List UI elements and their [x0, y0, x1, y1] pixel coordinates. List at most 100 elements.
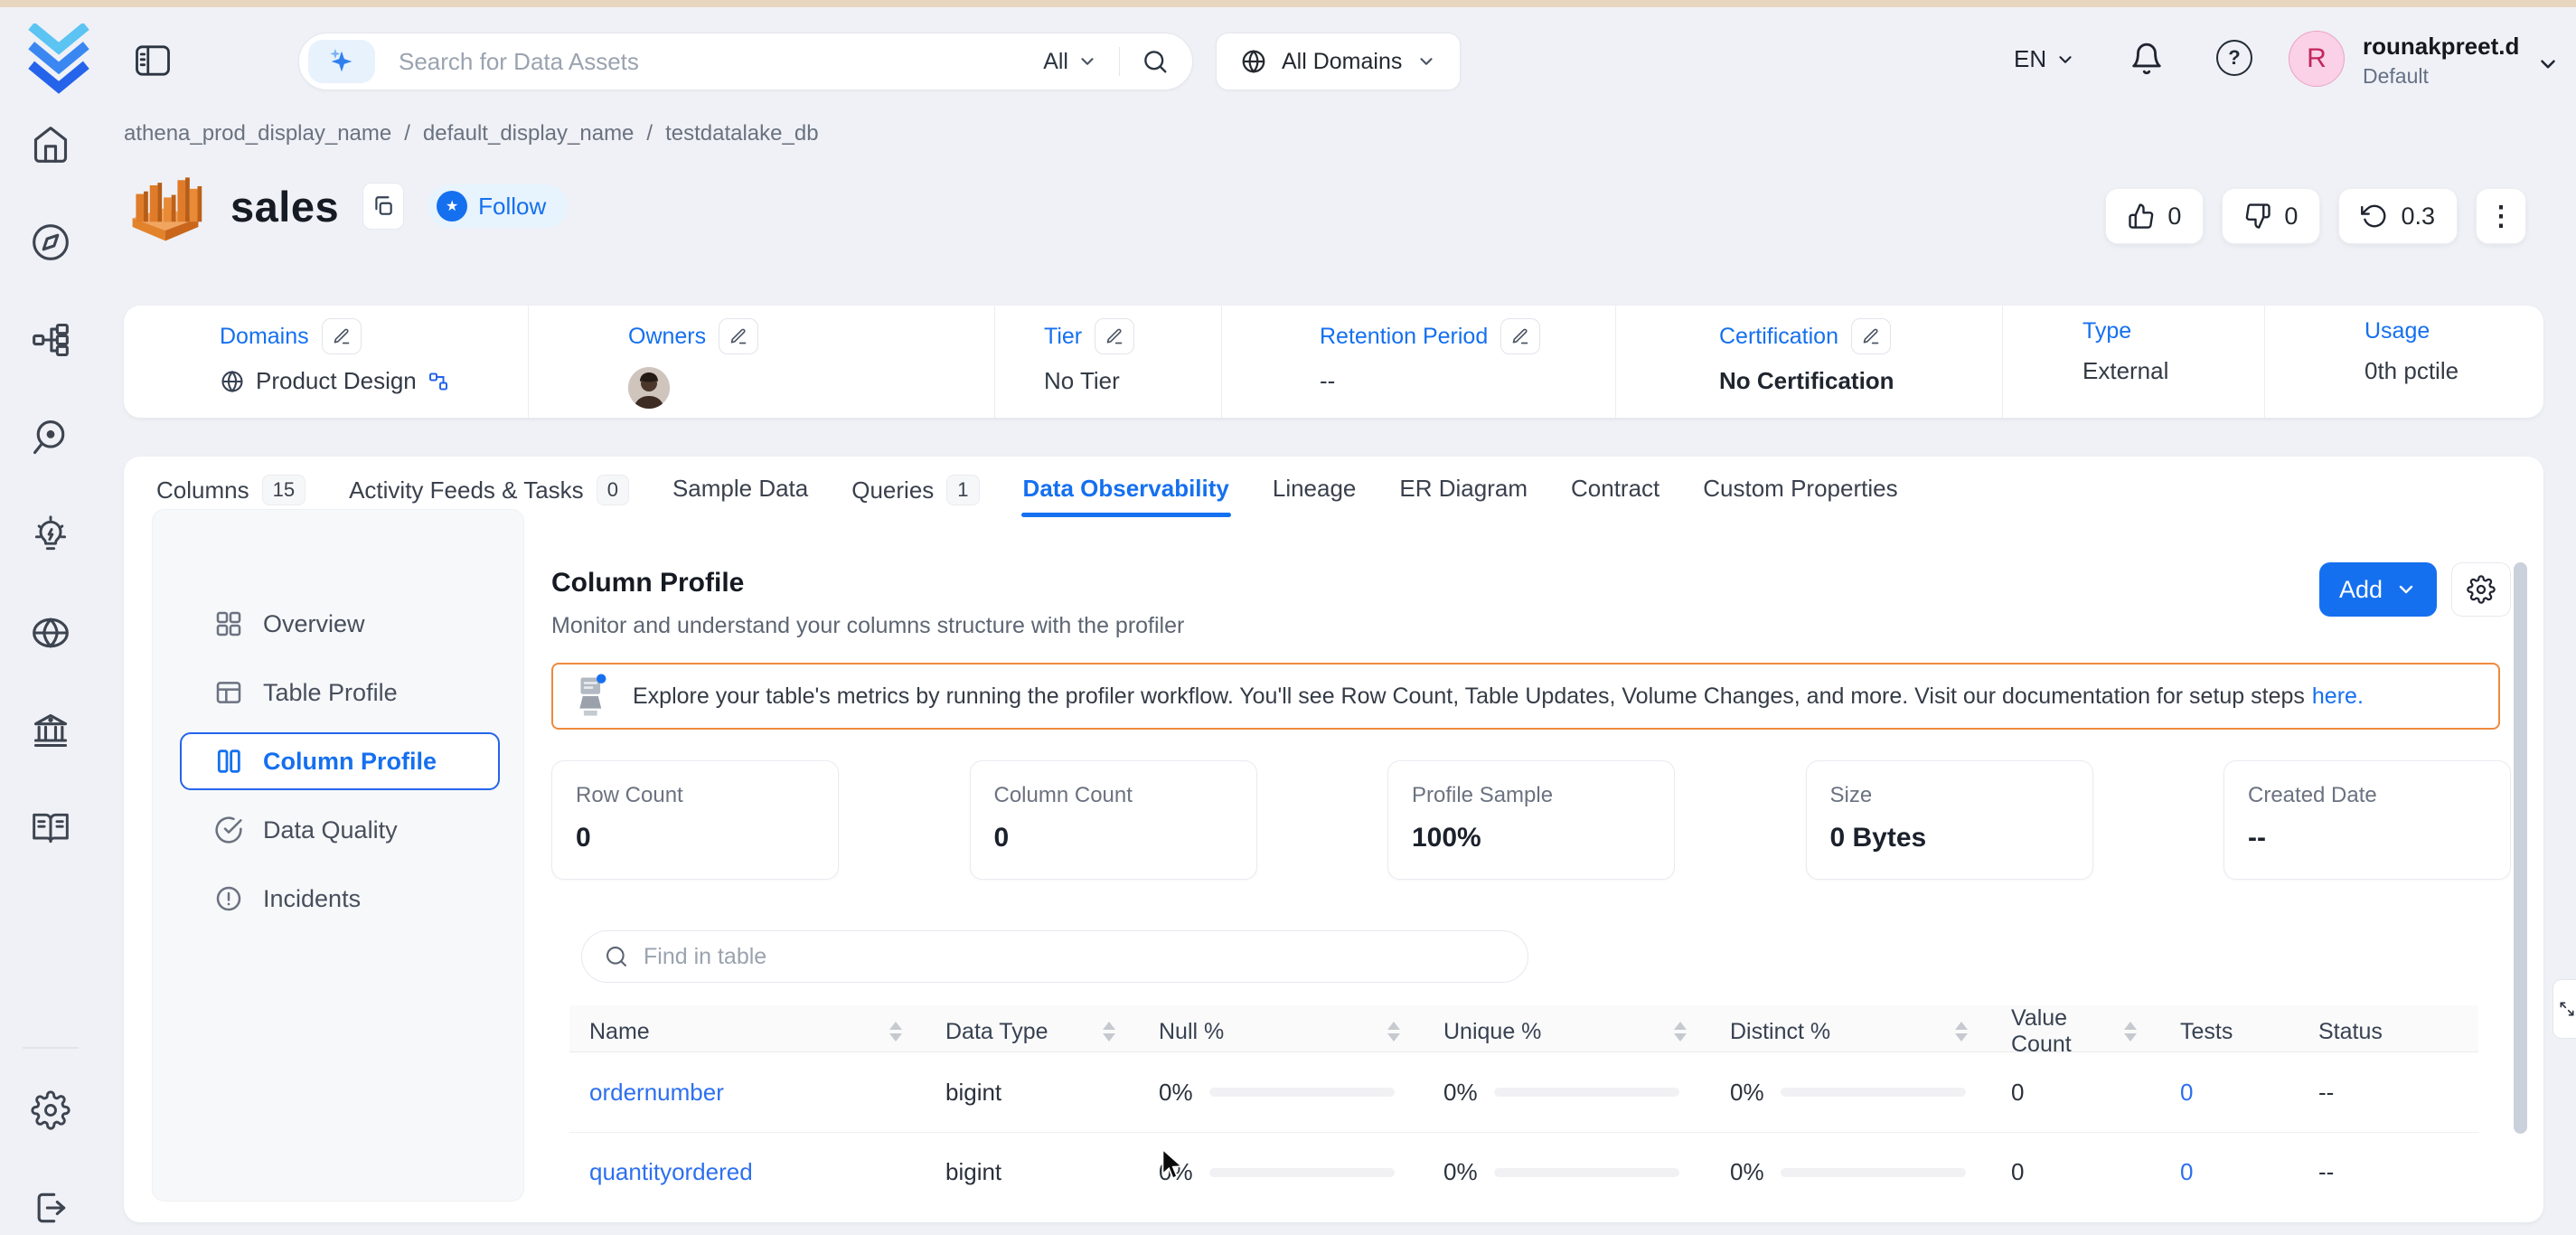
left-rail-divider	[23, 1047, 79, 1049]
domain-link-icon[interactable]	[428, 371, 449, 392]
sort-icon[interactable]	[1387, 1022, 1400, 1042]
stat-label: Column Count	[993, 783, 1133, 807]
add-button[interactable]: Add	[2319, 562, 2437, 617]
gear-icon	[2467, 575, 2496, 604]
breadcrumb-item[interactable]: testdatalake_db	[665, 121, 818, 146]
help-icon[interactable]: ?	[2216, 40, 2252, 76]
banner-docs-link[interactable]: here.	[2312, 683, 2364, 709]
domains-globe-icon[interactable]	[29, 611, 72, 655]
edit-retention-button[interactable]	[1500, 318, 1541, 354]
explore-compass-icon[interactable]	[29, 221, 72, 264]
tab-badge: 1	[946, 475, 980, 505]
user-menu-chevron-icon[interactable]	[2536, 52, 2560, 76]
col-header-data-type[interactable]: Data Type	[926, 1019, 1139, 1045]
edit-domains-button[interactable]	[321, 318, 362, 354]
sort-icon[interactable]	[2124, 1022, 2137, 1042]
profiler-nav-column-profile[interactable]: Column Profile	[180, 732, 500, 790]
follow-button[interactable]: ★ Follow	[428, 184, 569, 228]
tests-cell: 0	[2160, 1079, 2299, 1107]
column-name-link[interactable]: ordernumber	[589, 1079, 724, 1107]
unique-pct-cell: 0%	[1424, 1079, 1710, 1107]
upvote-button[interactable]: 0	[2105, 188, 2205, 244]
panel-scrollbar[interactable]	[2514, 562, 2527, 1134]
copy-name-button[interactable]	[362, 183, 405, 230]
usage-value: 0th pctile	[2364, 357, 2459, 384]
breadcrumb-item[interactable]: default_display_name	[423, 121, 635, 146]
profiler-settings-button[interactable]	[2451, 562, 2511, 617]
null-pct-cell: 0%	[1139, 1158, 1424, 1186]
sort-icon[interactable]	[889, 1022, 902, 1042]
lineage-flow-icon[interactable]	[29, 318, 72, 362]
overview-grid-icon	[214, 609, 243, 638]
insights-bulb-icon[interactable]	[29, 514, 72, 557]
all-domains-button[interactable]: All Domains	[1216, 33, 1462, 90]
meta-owners: Owners	[528, 306, 994, 418]
notifications-bell-icon[interactable]	[2129, 42, 2164, 76]
column-name-link[interactable]: quantityordered	[589, 1158, 753, 1186]
table-row: ordernumber bigint 0% 0% 0% 0 0 --	[569, 1052, 2478, 1132]
govern-bank-icon[interactable]	[29, 709, 72, 752]
meta-domains: Domains Product Design	[124, 306, 528, 418]
settings-gear-icon[interactable]	[29, 1089, 72, 1132]
tab-contract[interactable]: Contract	[1569, 467, 1661, 517]
tab-custom-properties[interactable]: Custom Properties	[1701, 467, 1899, 517]
entity-header: sales ★ Follow	[124, 165, 569, 248]
find-in-table-input[interactable]	[644, 943, 1506, 970]
tab-er-diagram[interactable]: ER Diagram	[1397, 467, 1529, 517]
profiler-nav-table-profile[interactable]: Table Profile	[180, 664, 500, 721]
user-avatar[interactable]: R	[2289, 31, 2345, 87]
col-header-null-pct[interactable]: Null %	[1139, 1019, 1424, 1045]
edit-certification-button[interactable]	[1851, 318, 1891, 354]
domains-label: Domains	[220, 323, 309, 349]
logout-icon[interactable]	[29, 1186, 72, 1230]
home-icon[interactable]	[29, 123, 72, 166]
version-button[interactable]: 0.3	[2338, 188, 2458, 244]
tests-link[interactable]: 0	[2180, 1158, 2193, 1186]
sort-icon[interactable]	[1955, 1022, 1968, 1042]
edit-tier-button[interactable]	[1095, 318, 1135, 354]
tests-link[interactable]: 0	[2180, 1079, 2193, 1107]
search-submit-icon[interactable]	[1142, 48, 1169, 75]
value-count-cell: 0	[2011, 1078, 2025, 1106]
entity-meta-card: Domains Product Design Owners Tier No Ti…	[124, 306, 2543, 418]
stat-row-count: Row Count 0	[551, 760, 839, 880]
tab-sample-data[interactable]: Sample Data	[671, 467, 810, 517]
tab-queries[interactable]: Queries 1	[850, 467, 981, 520]
sort-icon[interactable]	[1674, 1022, 1687, 1042]
profiler-nav-data-quality[interactable]: Data Quality	[180, 801, 500, 859]
col-header-value-count[interactable]: Value Count	[1991, 1005, 2160, 1058]
chevron-down-icon	[2059, 55, 2072, 63]
language-dropdown[interactable]: EN	[2014, 45, 2075, 73]
chevron-down-icon	[2399, 585, 2413, 594]
col-header-unique-pct[interactable]: Unique %	[1424, 1019, 1710, 1045]
tab-data-observability[interactable]: Data Observability	[1020, 467, 1232, 517]
edit-owners-button[interactable]	[719, 318, 759, 354]
right-panel-expander[interactable]	[2552, 979, 2576, 1039]
sidebar-toggle-icon[interactable]	[134, 43, 172, 78]
observability-icon[interactable]	[29, 416, 72, 459]
more-options-button[interactable]: ⋮	[2476, 188, 2526, 244]
profiler-report-icon	[579, 674, 606, 716]
ai-sparkle-icon[interactable]	[308, 40, 375, 83]
user-menu[interactable]: rounakpreet.d Default	[2363, 33, 2519, 89]
chevron-down-icon	[1420, 58, 1433, 65]
meta-usage: Usage 0th pctile	[2264, 306, 2543, 418]
domain-globe-icon	[221, 370, 243, 392]
version-number: 0.3	[2401, 202, 2435, 230]
search-scope-dropdown[interactable]: All	[1043, 49, 1097, 75]
breadcrumb-item[interactable]: athena_prod_display_name	[124, 121, 391, 146]
usage-label: Usage	[2364, 318, 2430, 344]
profiler-nav-overview[interactable]: Overview	[180, 595, 500, 653]
col-header-distinct-pct[interactable]: Distinct %	[1710, 1019, 1991, 1045]
domains-value[interactable]: Product Design	[256, 367, 417, 395]
glossary-book-icon[interactable]	[29, 806, 72, 850]
stat-profile-sample: Profile Sample 100%	[1387, 760, 1675, 880]
col-header-name[interactable]: Name	[569, 1019, 926, 1045]
profiler-nav-incidents[interactable]: Incidents	[180, 870, 500, 928]
tab-lineage[interactable]: Lineage	[1271, 467, 1359, 517]
downvote-button[interactable]: 0	[2222, 188, 2321, 244]
sort-icon[interactable]	[1103, 1022, 1115, 1042]
owner-avatar[interactable]	[628, 367, 670, 409]
search-input[interactable]	[399, 47, 1044, 76]
global-search: All	[298, 33, 1193, 90]
